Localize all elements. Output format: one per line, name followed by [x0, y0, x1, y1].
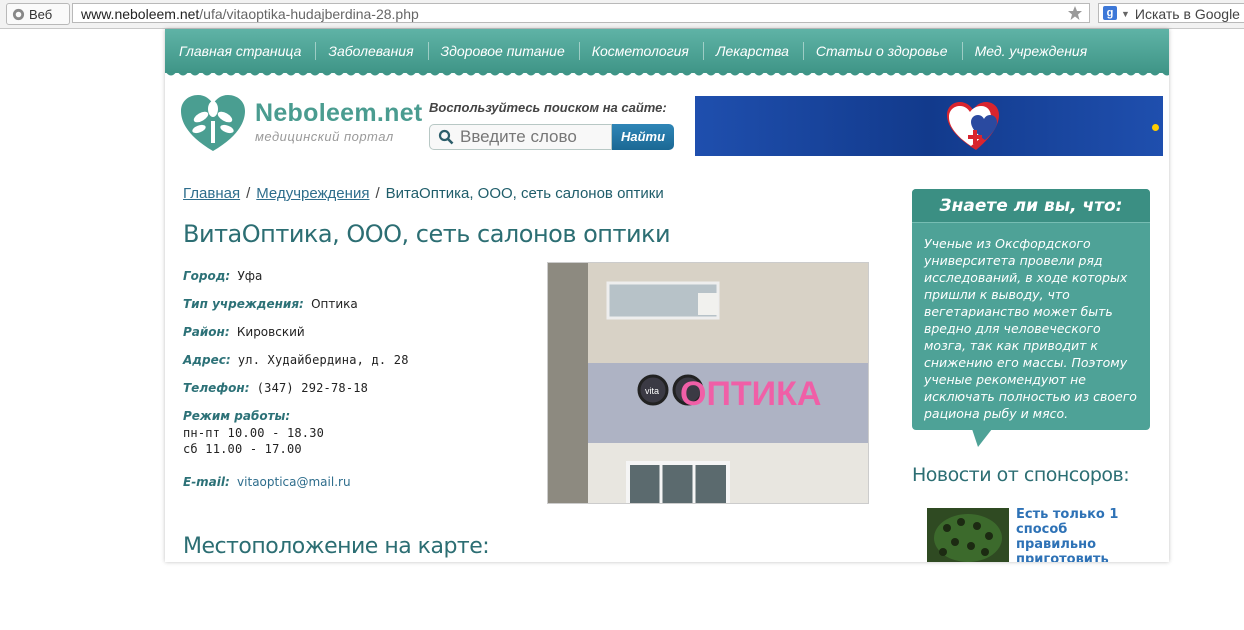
bookmark-star-icon[interactable]: [1067, 5, 1083, 21]
globe-icon: [12, 8, 25, 20]
city-label: Город:: [183, 269, 231, 283]
nav-item-home[interactable]: Главная страница: [167, 42, 317, 60]
breadcrumb-separator: /: [375, 185, 380, 202]
type-label: Тип учреждения:: [183, 297, 304, 311]
url-field[interactable]: www.neboleem.net/ufa/vitaoptika-hudajber…: [72, 3, 1090, 23]
web-mode-button[interactable]: Веб: [6, 3, 70, 25]
sign-text: ОПТИКА: [680, 375, 821, 413]
district-label: Район:: [183, 325, 230, 339]
search-icon: [438, 129, 454, 145]
phone-value: (347) 292-78-18: [256, 381, 369, 395]
address-label: Адрес:: [183, 353, 231, 367]
info-address: Адрес: ул. Худайбердина, д. 28: [183, 353, 409, 367]
url-path: /ufa/vitaoptika-hudajberdina-28.php: [199, 6, 419, 22]
top-navigation: Главная страница Заболевания Здоровое пи…: [165, 29, 1169, 73]
page-container: Главная страница Заболевания Здоровое пи…: [165, 29, 1169, 562]
nav-scallop-edge: [165, 71, 1169, 76]
web-mode-label: Веб: [29, 6, 53, 22]
type-value: Оптика: [311, 297, 358, 311]
info-hours: Режим работы: пн-пт 10.00 - 18.30 сб 11.…: [183, 409, 324, 456]
hours-weekdays: пн-пт 10.00 - 18.30: [183, 426, 325, 440]
sponsor-news-heading: Новости от спонсоров:: [912, 464, 1130, 486]
district-value: Кировский: [236, 325, 305, 339]
map-heading: Местоположение на карте:: [183, 534, 490, 559]
nav-item-diseases[interactable]: Заболевания: [316, 42, 429, 60]
sponsor-news-link[interactable]: Есть только 1 способ правильно приготови…: [1016, 507, 1151, 562]
info-type: Тип учреждения: Оптика: [183, 297, 358, 311]
city-value: Уфа: [237, 269, 263, 283]
info-city: Город: Уфа: [183, 269, 262, 283]
banner-dot: [1152, 124, 1159, 131]
address-value: ул. Худайбердина, д. 28: [237, 353, 409, 367]
medical-hearts-icon: [947, 102, 999, 150]
nav-item-articles[interactable]: Статьи о здоровье: [804, 42, 963, 60]
breadcrumb-section-link[interactable]: Медучреждения: [256, 185, 369, 202]
breadcrumb-current: ВитаОптика, ООО, сеть салонов оптики: [385, 185, 664, 202]
fact-box-tail: [972, 429, 992, 447]
logo-wordmark: Neboleem.net: [255, 99, 423, 128]
url-host: www.neboleem.net: [81, 6, 200, 22]
phone-label: Телефон:: [183, 381, 250, 395]
sign-brand: vita: [645, 386, 659, 396]
coffee-beans-image: [927, 508, 1009, 562]
hours-saturday: сб 11.00 - 17.00: [183, 442, 302, 456]
logo-name: Neboleem: [255, 99, 377, 127]
info-email: E-mail: vitaoptica@mail.ru: [183, 475, 351, 489]
search-label: Воспользуйтесь поиском на сайте:: [429, 100, 667, 115]
fact-box: Знаете ли вы, что: Ученые из Оксфордског…: [912, 189, 1150, 430]
nav-item-healthy-food[interactable]: Здоровое питание: [429, 42, 580, 60]
breadcrumb: Главная / Медучреждения / ВитаОптика, ООО, с…: [183, 185, 664, 202]
nav-item-cosmetology[interactable]: Косметология: [580, 42, 704, 60]
nav-item-med-institutions[interactable]: Мед. учреждения: [963, 42, 1102, 60]
email-link[interactable]: vitaoptica@mail.ru: [237, 475, 351, 489]
info-phone: Телефон: (347) 292-78-18: [183, 381, 368, 395]
hours-label: Режим работы:: [183, 409, 291, 423]
fact-text: Ученые из Оксфордского университета пров…: [924, 236, 1137, 421]
google-icon: g: [1103, 6, 1117, 20]
storefront-image: vita ОПТИКА: [548, 263, 868, 503]
fact-title: Знаете ли вы, что:: [912, 189, 1150, 223]
storefront-photo: vita ОПТИКА: [547, 262, 869, 504]
search-placeholder: Введите слово: [460, 127, 577, 146]
browser-address-bar: Веб www.neboleem.net/ufa/vitaoptika-huda…: [0, 0, 1244, 29]
nav-item-medicines[interactable]: Лекарства: [704, 42, 804, 60]
tree-heart-icon: [181, 95, 245, 151]
search-button[interactable]: Найти: [612, 124, 674, 150]
logo-subtitle: медицинский портал: [255, 129, 394, 144]
breadcrumb-separator: /: [246, 185, 251, 202]
email-label: E-mail:: [183, 475, 230, 489]
site-search-input[interactable]: Введите слово: [429, 124, 612, 150]
logo-net: .net: [376, 99, 423, 127]
page-title: ВитаОптика, ООО, сеть салонов оптики: [183, 220, 671, 248]
browser-search-field[interactable]: g ▼ Искать в Google: [1098, 3, 1244, 23]
info-district: Район: Кировский: [183, 325, 305, 339]
breadcrumb-home-link[interactable]: Главная: [183, 185, 240, 202]
browser-search-placeholder: Искать в Google: [1134, 6, 1240, 22]
ad-banner[interactable]: [695, 96, 1163, 156]
sponsor-news-image[interactable]: [927, 508, 1009, 562]
chevron-down-icon[interactable]: ▼: [1121, 4, 1130, 22]
